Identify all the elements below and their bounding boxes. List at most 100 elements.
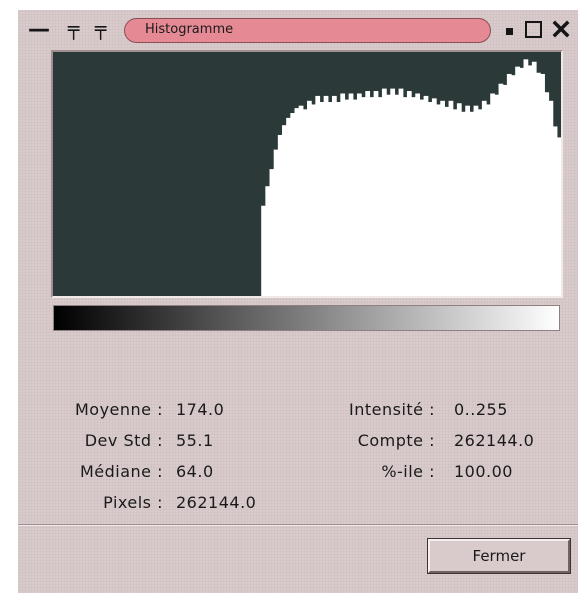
- devstd-label: Dev Std :: [84, 431, 163, 450]
- iconify-icon[interactable]: [506, 28, 513, 35]
- intensite-value: 0..255: [454, 400, 508, 419]
- histogram-bar: [307, 100, 312, 296]
- histogram-bar: [336, 102, 341, 296]
- histogram-bar: [402, 97, 408, 296]
- histogram-bar: [452, 109, 458, 296]
- histogram-bar: [340, 93, 346, 296]
- histogram-bar: [431, 98, 437, 296]
- pin-top-icon[interactable]: ╤: [95, 20, 106, 39]
- devstd-value: 55.1: [176, 431, 214, 450]
- histogram-bar: [315, 95, 321, 296]
- histogram-bar: [519, 67, 525, 296]
- histogram-bar: [344, 99, 350, 296]
- fermer-button[interactable]: Fermer: [428, 539, 570, 573]
- histogram-bar: [423, 95, 429, 296]
- histogram-plot: [51, 50, 563, 298]
- intensite-label: Intensité :: [349, 400, 435, 419]
- histogram-bar: [465, 105, 470, 297]
- intensity-gradient-bar: [53, 305, 560, 331]
- histogram-bar: [352, 99, 358, 296]
- histogram-bar: [511, 75, 516, 297]
- histogram-bar: [444, 106, 450, 297]
- title-pill[interactable]: Histogramme: [124, 18, 491, 43]
- histogram-bar: [386, 94, 391, 296]
- histogram-bar: [311, 104, 316, 297]
- histogram-bar: [448, 100, 454, 296]
- histogram-bar: [486, 104, 491, 297]
- histogram-bar: [469, 111, 475, 296]
- pctile-label: %-ile :: [381, 462, 435, 481]
- histogram-bar: [286, 117, 291, 296]
- histogram-bar: [473, 105, 479, 297]
- histogram-bar: [261, 205, 266, 296]
- histogram-bar: [361, 97, 366, 296]
- histogram-bar: [282, 125, 287, 296]
- mediane-value: 64.0: [176, 462, 214, 481]
- histogram-bar: [373, 91, 379, 296]
- pctile-value: 100.00: [454, 462, 513, 481]
- histogram-bar: [365, 91, 371, 296]
- mediane-label: Médiane :: [79, 462, 163, 481]
- histogram-bar: [440, 100, 446, 296]
- histogram-bar: [490, 93, 495, 296]
- moyenne-label: Moyenne :: [74, 400, 163, 419]
- histogram-bar: [394, 94, 400, 296]
- histogram-bar: [456, 103, 462, 296]
- histogram-bar: [498, 83, 504, 296]
- histogram-bar: [331, 95, 337, 296]
- histogram-bar: [540, 73, 545, 297]
- pixels-label: Pixels :: [103, 493, 163, 512]
- histogram-bar: [319, 102, 325, 296]
- histogram-bar: [406, 91, 412, 296]
- maximize-icon[interactable]: [525, 21, 542, 38]
- histogram-bar: [494, 94, 500, 296]
- histogram-bar: [265, 186, 271, 296]
- histogram-bar: [481, 100, 487, 296]
- compte-value: 262144.0: [454, 431, 535, 450]
- histogram-bar: [327, 102, 333, 296]
- histogram-bar: [556, 137, 562, 296]
- histogram-bar: [302, 109, 308, 296]
- histogram-bar: [502, 84, 508, 296]
- histogram-bar: [411, 97, 416, 296]
- histogram-bar: [390, 88, 396, 296]
- histogram-bar: [461, 111, 466, 296]
- histogram-window: — ╤ ╤ Histogramme Moyenne : 174.0 Dev St…: [18, 10, 578, 593]
- histogram-bar: [527, 65, 533, 296]
- histogram-bar: [294, 108, 300, 296]
- histogram-bar: [506, 73, 512, 297]
- pixels-value: 262144.0: [176, 493, 257, 512]
- moyenne-value: 174.0: [176, 400, 225, 419]
- histogram-bar: [436, 104, 441, 297]
- histogram-bar: [273, 149, 279, 296]
- close-icon[interactable]: [552, 20, 570, 38]
- histogram-bar: [377, 97, 383, 296]
- histogram-bar: [290, 113, 296, 296]
- minimize-dash-icon[interactable]: —: [28, 19, 50, 41]
- histogram-bar: [356, 93, 362, 296]
- histogram-bar: [298, 105, 304, 297]
- histogram-bar: [427, 102, 433, 296]
- histogram-bar: [348, 93, 354, 296]
- histogram-bar: [536, 72, 541, 297]
- histogram-bar: [515, 66, 520, 296]
- histogram-bar: [323, 95, 329, 296]
- window-title: Histogramme: [145, 22, 234, 37]
- histogram-bar: [269, 169, 275, 296]
- compte-label: Compte :: [357, 431, 435, 450]
- histogram-bar: [369, 97, 375, 296]
- histogram-bar: [523, 59, 529, 296]
- histogram-bar: [552, 126, 558, 296]
- histogram-bar: [398, 88, 404, 296]
- button-divider: [18, 524, 578, 526]
- histogram-bar: [277, 134, 283, 296]
- histogram-bar: [415, 93, 421, 296]
- histogram-svg: [261, 59, 562, 297]
- title-bar[interactable]: — ╤ ╤ Histogramme: [18, 10, 578, 50]
- histogram-bar: [477, 109, 483, 296]
- histogram-bar: [419, 99, 425, 296]
- histogram-bar: [544, 92, 550, 296]
- histogram-bar: [548, 100, 554, 296]
- histogram-bar: [531, 61, 537, 296]
- pin-icon[interactable]: ╤: [68, 20, 79, 39]
